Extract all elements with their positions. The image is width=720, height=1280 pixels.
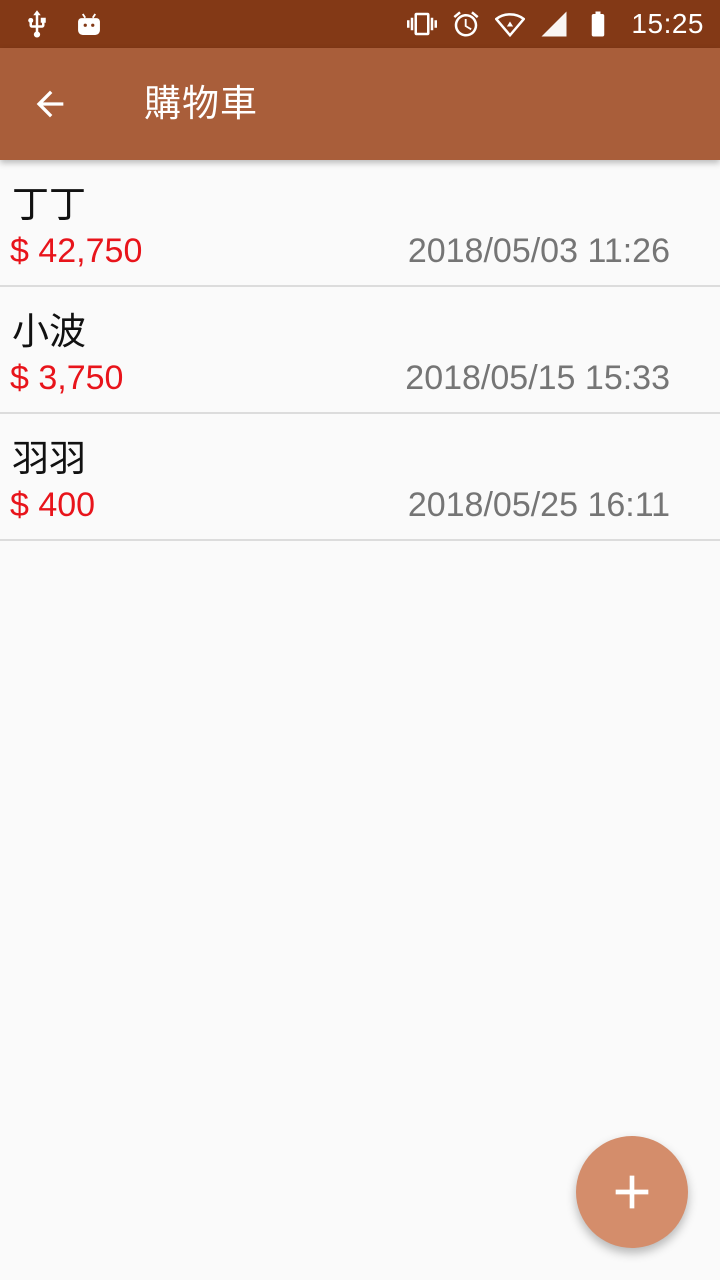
status-bar: 15:25 xyxy=(0,0,720,48)
usb-icon xyxy=(22,9,52,39)
cart-date: 2018/05/03 11:26 xyxy=(407,232,670,270)
cart-list: 丁丁 $ 42,750 2018/05/03 11:26 小波 $ 3,750 … xyxy=(0,160,720,541)
cart-name: 小波 xyxy=(12,310,86,353)
add-cart-button[interactable] xyxy=(576,1136,688,1248)
cart-name: 丁丁 xyxy=(12,183,86,226)
android-debug-icon xyxy=(74,9,104,39)
list-item[interactable]: 羽羽 $ 400 2018/05/25 16:11 xyxy=(0,414,720,541)
wifi-icon xyxy=(495,9,526,39)
cart-name: 羽羽 xyxy=(12,437,86,480)
cart-total: $ 3,750 xyxy=(10,359,124,397)
signal-icon xyxy=(539,9,569,39)
cart-date: 2018/05/25 16:11 xyxy=(407,486,670,524)
battery-icon xyxy=(583,9,613,39)
alarm-icon xyxy=(451,9,481,39)
app-bar: 購物車 xyxy=(0,48,720,160)
vibrate-icon xyxy=(407,9,438,39)
back-button[interactable] xyxy=(22,76,78,132)
cart-total: $ 400 xyxy=(10,486,96,524)
cart-total: $ 42,750 xyxy=(10,232,143,270)
cart-date: 2018/05/15 15:33 xyxy=(405,359,670,397)
list-item[interactable]: 小波 $ 3,750 2018/05/15 15:33 xyxy=(0,287,720,414)
status-clock: 15:25 xyxy=(631,8,704,39)
page-title: 購物車 xyxy=(144,82,258,125)
list-item[interactable]: 丁丁 $ 42,750 2018/05/03 11:26 xyxy=(0,160,720,287)
arrow-back-icon xyxy=(36,90,64,118)
add-icon xyxy=(615,1175,649,1209)
